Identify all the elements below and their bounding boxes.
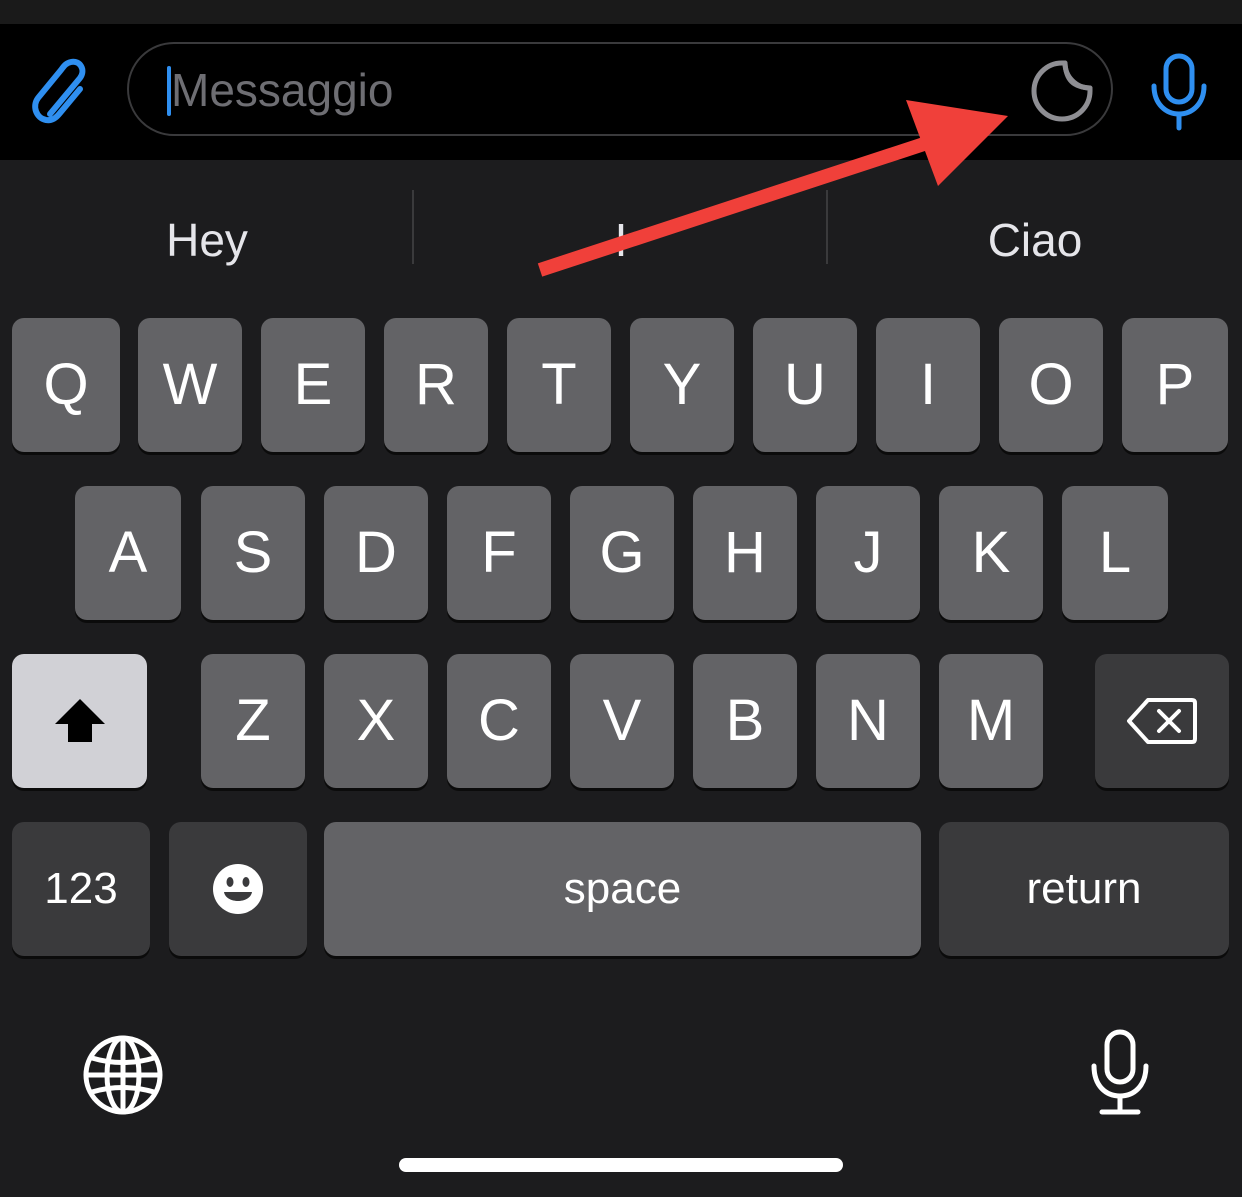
key-x[interactable]: X [324, 654, 428, 788]
key-m[interactable]: M [939, 654, 1043, 788]
key-z[interactable]: Z [201, 654, 305, 788]
shift-key[interactable] [12, 654, 147, 788]
space-key[interactable]: space [324, 822, 921, 956]
chat-background-strip [0, 0, 1242, 24]
key-c[interactable]: C [447, 654, 551, 788]
key-i[interactable]: I [876, 318, 980, 452]
shift-icon [54, 699, 105, 742]
return-key[interactable]: return [939, 822, 1229, 956]
suggestion-3[interactable]: Ciao [828, 210, 1242, 270]
home-indicator [399, 1158, 843, 1172]
dictation-microphone-icon[interactable] [1088, 1028, 1152, 1118]
emoji-key[interactable] [169, 822, 307, 956]
key-r[interactable]: R [384, 318, 488, 452]
key-w[interactable]: W [138, 318, 242, 452]
key-l[interactable]: L [1062, 486, 1168, 620]
key-a[interactable]: A [75, 486, 181, 620]
numbers-key[interactable]: 123 [12, 822, 150, 956]
message-input-bar: Messaggio [0, 24, 1242, 160]
message-placeholder: Messaggio [171, 64, 394, 116]
key-h[interactable]: H [693, 486, 797, 620]
key-p[interactable]: P [1122, 318, 1228, 452]
globe-icon[interactable] [82, 1034, 164, 1116]
key-q[interactable]: Q [12, 318, 120, 452]
key-t[interactable]: T [507, 318, 611, 452]
suggestion-2[interactable]: I [414, 210, 828, 270]
sticker-icon[interactable] [1029, 58, 1095, 124]
key-s[interactable]: S [201, 486, 305, 620]
microphone-icon[interactable] [1146, 52, 1212, 132]
emoji-icon [213, 864, 263, 914]
key-b[interactable]: B [693, 654, 797, 788]
paperclip-icon[interactable] [28, 52, 100, 132]
suggestion-1[interactable]: Hey [0, 210, 414, 270]
predictive-text-bar: Hey I Ciao [0, 160, 1242, 310]
backspace-key[interactable] [1095, 654, 1229, 788]
key-k[interactable]: K [939, 486, 1043, 620]
key-j[interactable]: J [816, 486, 920, 620]
key-u[interactable]: U [753, 318, 857, 452]
key-y[interactable]: Y [630, 318, 734, 452]
key-f[interactable]: F [447, 486, 551, 620]
key-e[interactable]: E [261, 318, 365, 452]
key-o[interactable]: O [999, 318, 1103, 452]
key-g[interactable]: G [570, 486, 674, 620]
key-v[interactable]: V [570, 654, 674, 788]
key-d[interactable]: D [324, 486, 428, 620]
key-n[interactable]: N [816, 654, 920, 788]
message-input[interactable]: Messaggio [127, 42, 1113, 136]
backspace-icon [1127, 698, 1197, 744]
